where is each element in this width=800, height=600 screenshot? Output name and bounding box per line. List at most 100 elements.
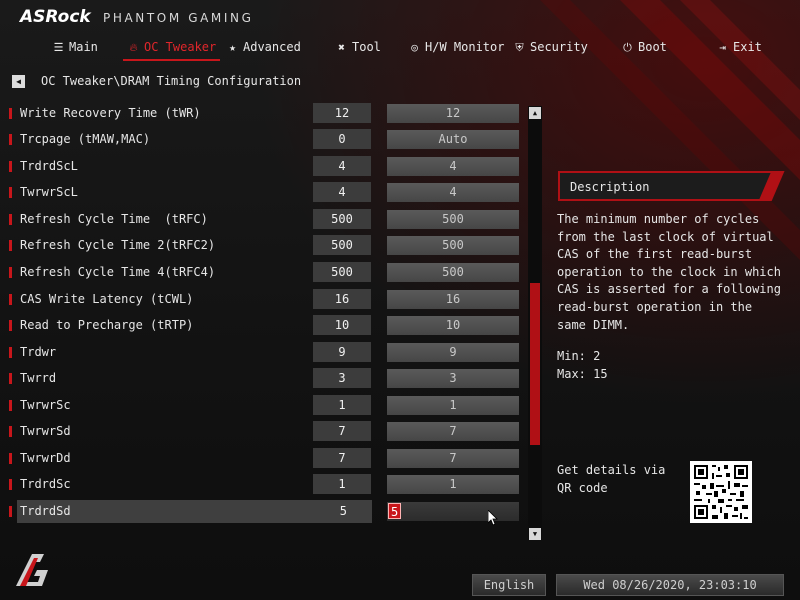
qr-code-icon xyxy=(690,461,752,523)
setting-label: Read to Precharge (tRTP) xyxy=(20,318,194,332)
flame-icon: 🔥︎ xyxy=(129,41,138,54)
tab-security[interactable]: ⛨ Security xyxy=(513,36,587,58)
setting-value-field[interactable]: 7 xyxy=(387,422,519,441)
tab-advanced-label: Advanced xyxy=(243,40,301,54)
star-icon: ★ xyxy=(229,41,236,54)
current-value: 4 xyxy=(313,182,371,202)
current-value: 3 xyxy=(313,368,371,388)
setting-row[interactable]: TwrwrSc 1 1 xyxy=(0,394,540,417)
setting-row[interactable]: TrdrdSc 1 1 xyxy=(0,473,540,496)
setting-value-field[interactable]: 9 xyxy=(387,343,519,362)
setting-value-field[interactable]: 500 xyxy=(387,236,519,255)
tab-oc-tweaker[interactable]: 🔥︎ OC Tweaker xyxy=(122,36,221,61)
setting-value-field[interactable]: 1 xyxy=(387,475,519,494)
setting-label: TwrwrScL xyxy=(20,185,78,199)
current-value: 12 xyxy=(313,103,371,123)
setting-value-field[interactable]: 1 xyxy=(387,396,519,415)
phantom-gaming-logo: PHANTOM GAMING xyxy=(103,11,254,25)
setting-row[interactable]: Trcpage (tMAW,MAC) 0 Auto xyxy=(0,128,540,151)
setting-label: Write Recovery Time (tWR) xyxy=(20,106,201,120)
row-marker xyxy=(9,267,12,278)
current-value: 4 xyxy=(313,156,371,176)
setting-row[interactable]: TrdrdScL 4 4 xyxy=(0,155,540,178)
mouse-cursor-icon xyxy=(488,510,498,526)
current-value: 9 xyxy=(313,342,371,362)
setting-value-field[interactable]: 7 xyxy=(387,449,519,468)
tab-hw-monitor-label: H/W Monitor xyxy=(425,40,505,54)
monitor-icon: ◎ xyxy=(411,41,418,54)
setting-value-field[interactable]: 10 xyxy=(387,316,519,335)
exit-icon: ⇥ xyxy=(719,41,726,54)
tab-main[interactable]: ☰ Main xyxy=(52,36,98,58)
scroll-up-icon[interactable]: ▲ xyxy=(529,107,541,119)
current-value: 1 xyxy=(313,395,371,415)
row-marker xyxy=(9,108,12,119)
datetime-display: Wed 08/26/2020, 23:03:10 xyxy=(556,574,784,596)
current-value: 5 xyxy=(339,504,347,518)
setting-row[interactable]: TwrwrSd 7 7 xyxy=(0,420,540,443)
row-marker xyxy=(9,214,12,225)
setting-value-field[interactable]: 12 xyxy=(387,104,519,123)
setting-label: TwrwrSc xyxy=(20,398,71,412)
setting-label: TwrwrSd xyxy=(20,424,71,438)
row-marker xyxy=(9,347,12,358)
setting-row[interactable]: Read to Precharge (tRTP) 10 10 xyxy=(0,314,540,337)
current-value: 7 xyxy=(313,448,371,468)
language-button[interactable]: English xyxy=(472,574,546,596)
tab-tool[interactable]: ✖ Tool xyxy=(335,36,381,58)
top-navigation: ☰ Main 🔥︎ OC Tweaker ★ Advanced ✖ Tool ◎ H/W … xyxy=(0,36,800,61)
setting-row[interactable]: CAS Write Latency (tCWL) 16 16 xyxy=(0,288,540,311)
setting-row[interactable]: Twrrd 3 3 xyxy=(0,367,540,390)
breadcrumb: OC Tweaker\DRAM Timing Configuration xyxy=(41,74,302,88)
back-arrow-icon[interactable]: ◀ xyxy=(12,75,25,88)
setting-label: Refresh Cycle Time 2(tRFC2) xyxy=(20,238,216,252)
setting-value-field[interactable]: 4 xyxy=(387,157,519,176)
tab-boot[interactable]: ⏻ Boot xyxy=(621,36,667,58)
value-edit-box[interactable]: 5 xyxy=(388,503,402,519)
tab-exit[interactable]: ⇥ Exit xyxy=(716,36,762,58)
setting-row[interactable]: Refresh Cycle Time (tRFC) 500 500 xyxy=(0,208,540,231)
current-value: 10 xyxy=(313,315,371,335)
setting-row-selected[interactable]: TrdrdSd 5 5 xyxy=(0,500,540,523)
description-max: Max: 15 xyxy=(557,367,608,381)
current-value: 500 xyxy=(313,235,371,255)
setting-label: TwrwrDd xyxy=(20,451,71,465)
tab-boot-label: Boot xyxy=(638,40,667,54)
row-marker xyxy=(9,426,12,437)
tab-hw-monitor[interactable]: ◎ H/W Monitor xyxy=(408,36,504,58)
list-icon: ☰ xyxy=(53,41,64,54)
row-marker xyxy=(9,373,12,384)
setting-label: TrdrdSc xyxy=(20,477,71,491)
description-title: Description xyxy=(570,180,650,194)
setting-row[interactable]: Write Recovery Time (tWR) 12 12 xyxy=(0,102,540,125)
setting-label: CAS Write Latency (tCWL) xyxy=(20,292,194,306)
shield-icon: ⛨ xyxy=(515,41,524,54)
tab-tool-label: Tool xyxy=(352,40,381,54)
row-marker xyxy=(9,400,12,411)
setting-row[interactable]: TwrwrDd 7 7 xyxy=(0,447,540,470)
setting-value-field[interactable]: 4 xyxy=(387,183,519,202)
row-marker xyxy=(9,453,12,464)
row-marker xyxy=(9,161,12,172)
current-value: 1 xyxy=(313,474,371,494)
current-value: 500 xyxy=(313,262,371,282)
row-marker xyxy=(9,479,12,490)
setting-value-field[interactable]: 16 xyxy=(387,290,519,309)
asrock-logo: ASRock xyxy=(20,7,91,27)
setting-row[interactable]: Refresh Cycle Time 2(tRFC2) 500 500 xyxy=(0,234,540,257)
setting-row[interactable]: TwrwrScL 4 4 xyxy=(0,181,540,204)
setting-row[interactable]: Refresh Cycle Time 4(tRFC4) 500 500 xyxy=(0,261,540,284)
tab-exit-label: Exit xyxy=(733,40,762,54)
setting-row[interactable]: Trdwr 9 9 xyxy=(0,341,540,364)
current-value: 16 xyxy=(313,289,371,309)
setting-label: TrdrdSd xyxy=(20,504,71,518)
setting-value-field[interactable]: 5 xyxy=(387,502,519,521)
setting-value-field[interactable]: 3 xyxy=(387,369,519,388)
setting-value-field[interactable]: 500 xyxy=(387,263,519,282)
tab-oc-tweaker-label: OC Tweaker xyxy=(144,40,217,54)
tab-advanced[interactable]: ★ Advanced xyxy=(226,36,301,58)
setting-value-field[interactable]: Auto xyxy=(387,130,519,149)
setting-value-field[interactable]: 500 xyxy=(387,210,519,229)
scrollbar-thumb[interactable] xyxy=(530,283,540,445)
scroll-down-icon[interactable]: ▼ xyxy=(529,528,541,540)
